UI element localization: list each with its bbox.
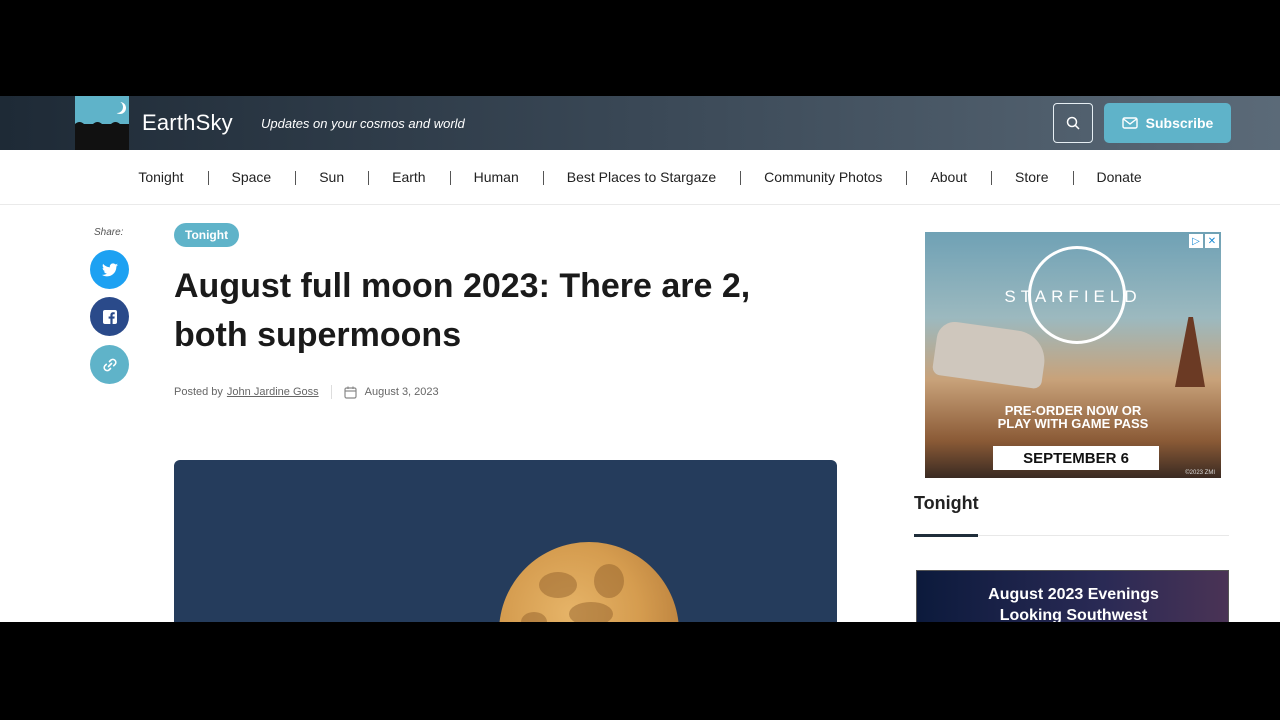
- ad-cta: PRE-ORDER NOW OR PLAY WITH GAME PASS: [925, 404, 1221, 430]
- publish-date: August 3, 2023: [364, 386, 439, 398]
- nav-item-community-photos[interactable]: Community Photos: [740, 169, 906, 185]
- site-tagline: Updates on your cosmos and world: [261, 116, 465, 131]
- sidebar-divider-accent: [914, 534, 978, 537]
- copy-link-button[interactable]: [90, 345, 129, 384]
- facebook-icon: [102, 309, 117, 324]
- sidebar-card-line1: August 2023 Evenings: [988, 586, 1159, 603]
- full-moon: [499, 542, 679, 622]
- twitter-icon: [101, 262, 118, 276]
- category-tag[interactable]: Tonight: [174, 223, 240, 247]
- moon-crater: [569, 602, 613, 622]
- posted-by-label: Posted by: [174, 386, 223, 398]
- hero-image: [174, 460, 837, 622]
- link-icon: [102, 358, 117, 371]
- nav-item-space[interactable]: Space: [207, 169, 296, 185]
- ad-rock-spire: [1175, 317, 1205, 387]
- moon-crater: [594, 564, 624, 598]
- site-header: EarthSky Updates on your cosmos and worl…: [0, 96, 1280, 150]
- nav-item-earth[interactable]: Earth: [368, 169, 449, 185]
- adchoices-icon[interactable]: ▷: [1189, 234, 1203, 248]
- moon-crater: [521, 612, 547, 622]
- nav-item-tonight[interactable]: Tonight: [114, 169, 207, 185]
- subscribe-label: Subscribe: [1145, 115, 1214, 131]
- nav-item-about[interactable]: About: [906, 169, 991, 185]
- ad-controls: ▷ ✕: [1189, 234, 1219, 248]
- nav-item-human[interactable]: Human: [449, 169, 543, 185]
- ad-copyright: ©2023 ZMI: [1185, 470, 1215, 476]
- author-link[interactable]: John Jardine Goss: [227, 386, 319, 398]
- share-twitter-button[interactable]: [90, 250, 129, 289]
- article-byline: Posted by John Jardine Goss August 3, 20…: [174, 385, 439, 399]
- search-button[interactable]: [1053, 103, 1093, 143]
- ad-cta-line2: PLAY WITH GAME PASS: [997, 416, 1149, 431]
- article-title: August full moon 2023: There are 2, both…: [174, 267, 751, 354]
- calendar-icon: [344, 386, 357, 399]
- nav-item-donate[interactable]: Donate: [1072, 169, 1166, 185]
- byline-divider: [330, 385, 332, 399]
- nav-item-store[interactable]: Store: [991, 169, 1072, 185]
- search-icon: [1066, 116, 1080, 130]
- moon-icon: [111, 101, 123, 113]
- browser-viewport: EarthSky Updates on your cosmos and worl…: [0, 96, 1280, 622]
- sidebar-card-line2: Looking Southwest: [999, 607, 1148, 622]
- ad-title: STARFIELD: [1004, 287, 1142, 306]
- share-facebook-button[interactable]: [90, 297, 129, 336]
- ad-release-date: SEPTEMBER 6: [993, 446, 1159, 470]
- logo-wave-icon: [75, 122, 129, 128]
- mail-icon: [1121, 117, 1138, 129]
- earthsky-logo[interactable]: [75, 96, 129, 150]
- sidebar-section-title: Tonight: [914, 493, 979, 513]
- site-brand[interactable]: EarthSky: [142, 110, 233, 136]
- subscribe-button[interactable]: Subscribe: [1104, 103, 1231, 143]
- close-icon[interactable]: ✕: [1205, 234, 1219, 248]
- nav-item-best-places[interactable]: Best Places to Stargaze: [542, 169, 740, 185]
- sidebar-article-card[interactable]: August 2023 Evenings Looking Southwest: [916, 570, 1229, 622]
- main-nav: Tonight Space Sun Earth Human Best Place…: [0, 150, 1280, 205]
- starfield-advertisement[interactable]: STARFIELD PRE-ORDER NOW OR PLAY WITH GAM…: [925, 232, 1221, 478]
- sidebar-card-caption: August 2023 Evenings Looking Southwest: [917, 584, 1230, 622]
- nav-item-sun[interactable]: Sun: [295, 169, 368, 185]
- moon-crater: [539, 572, 577, 598]
- share-label: Share:: [94, 227, 124, 238]
- ad-spaceship: [931, 319, 1049, 390]
